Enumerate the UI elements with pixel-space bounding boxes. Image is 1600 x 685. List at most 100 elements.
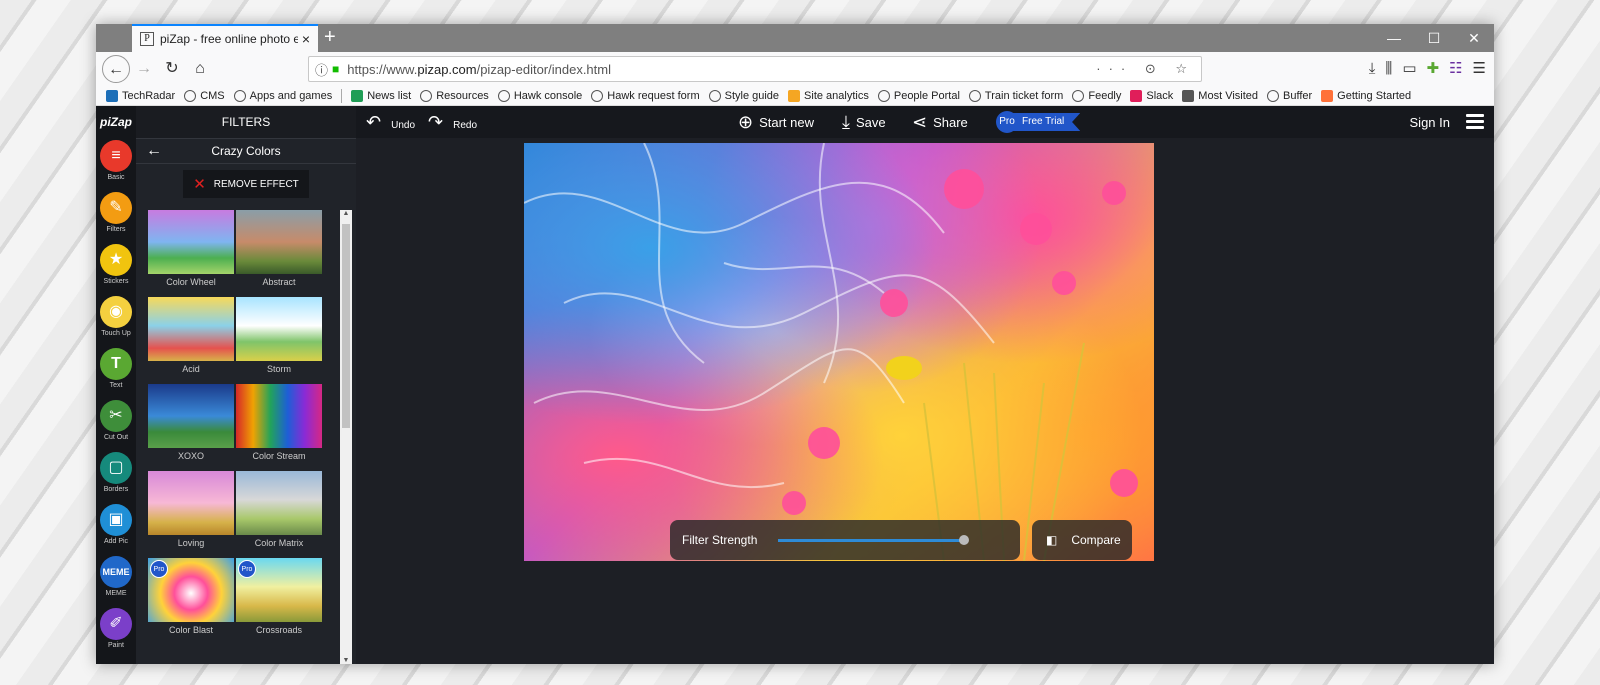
- globe-icon: [420, 89, 433, 102]
- bookmark-item[interactable]: Style guide: [708, 89, 779, 102]
- bookmark-item[interactable]: Apps and games: [233, 89, 332, 102]
- bookmark-item[interactable]: Site analytics: [788, 89, 869, 102]
- tool-basic[interactable]: ≡ Basic: [96, 140, 136, 190]
- filter-label: Abstract: [262, 277, 296, 287]
- compare-button[interactable]: ◧ Compare: [1032, 520, 1132, 560]
- filter-thumbnail[interactable]: Color Matrix: [236, 471, 322, 558]
- back-arrow-icon[interactable]: ←: [146, 139, 162, 163]
- bookmark-item[interactable]: Hawk request form: [591, 89, 700, 102]
- tool-filters[interactable]: ✎ Filters: [96, 192, 136, 242]
- extension-icon[interactable]: ✚: [1427, 56, 1440, 82]
- panel-scrollbar[interactable]: ▲ ▼: [340, 210, 352, 664]
- browser-tab[interactable]: P piZap - free online photo editor ×: [132, 24, 318, 52]
- library-icon[interactable]: ⫼: [1385, 56, 1392, 82]
- tab-close-icon[interactable]: ×: [302, 31, 310, 47]
- forward-button[interactable]: →: [130, 55, 158, 83]
- globe-icon: [1072, 89, 1085, 102]
- save-button[interactable]: ⤓ Save: [842, 106, 886, 138]
- info-icon[interactable]: ⓘ: [315, 60, 328, 79]
- filter-label: Storm: [266, 364, 291, 374]
- redo-button[interactable]: ↷ Redo: [428, 106, 477, 138]
- undo-button[interactable]: ↶ Undo: [366, 106, 415, 138]
- pizap-logo[interactable]: piZap: [96, 106, 136, 138]
- filter-thumbnail[interactable]: Storm: [236, 297, 322, 384]
- filter-thumbnail[interactable]: Color Stream: [236, 384, 322, 471]
- bookmark-item[interactable]: News list: [351, 89, 411, 102]
- downloads-icon[interactable]: ⤓: [1369, 56, 1376, 82]
- filter-thumbnail[interactable]: Pro Crossroads: [236, 558, 322, 645]
- bookmark-item[interactable]: Slack: [1130, 89, 1173, 102]
- bookmark-item[interactable]: TechRadar: [106, 89, 175, 102]
- sign-in-link[interactable]: Sign In: [1410, 106, 1450, 138]
- scroll-up-icon[interactable]: ▲: [340, 210, 352, 217]
- scroll-down-icon[interactable]: ▼: [340, 657, 352, 664]
- filter-preview-image: [236, 297, 322, 361]
- share-button[interactable]: ⋖ Share: [912, 106, 968, 138]
- globe-icon: [233, 89, 246, 102]
- hamburger-menu-icon[interactable]: [1466, 114, 1484, 132]
- compare-icon: ◧: [1046, 533, 1058, 547]
- sidebar-icon[interactable]: ▭: [1402, 56, 1416, 82]
- canvas-controls: Filter Strength ◧ Compare: [670, 520, 1132, 560]
- bookmark-item[interactable]: Most Visited: [1182, 89, 1259, 102]
- browser-window: P piZap - free online photo editor × + —…: [96, 24, 1494, 664]
- bookmark-item[interactable]: Buffer: [1267, 89, 1312, 102]
- close-window-button[interactable]: ✕: [1454, 24, 1494, 52]
- filter-thumbnail[interactable]: Pro Color Blast: [148, 558, 234, 645]
- filter-strength-slider[interactable]: [778, 535, 969, 545]
- plus-circle-icon: ⊕: [738, 111, 754, 132]
- remove-effect-button[interactable]: ✕ REMOVE EFFECT: [183, 170, 309, 198]
- filter-label: Color Wheel: [166, 277, 216, 287]
- tool-add-pic[interactable]: ▣ Add Pic: [96, 504, 136, 554]
- tool-borders[interactable]: ▢ Borders: [96, 452, 136, 502]
- bookmark-label: Most Visited: [1198, 89, 1259, 102]
- filter-thumbnail[interactable]: Loving: [148, 471, 234, 558]
- maximize-button[interactable]: ☐: [1414, 24, 1454, 52]
- tool-touch-up[interactable]: ◉ Touch Up: [96, 296, 136, 346]
- minimize-button[interactable]: —: [1374, 24, 1414, 52]
- globe-icon: [184, 89, 197, 102]
- tool-meme[interactable]: MEME MEME: [96, 556, 136, 606]
- bookmark-item[interactable]: CMS: [184, 89, 225, 102]
- url-bar[interactable]: ⓘ ■ https://www. pizap.com/pizap-editor/i…: [308, 56, 1202, 82]
- filter-thumbnail[interactable]: Abstract: [236, 210, 322, 297]
- filter-thumbnail[interactable]: Acid: [148, 297, 234, 384]
- bookmark-item[interactable]: Resources: [420, 89, 489, 102]
- start-new-button[interactable]: ⊕ Start new: [738, 106, 814, 138]
- extension-badge-icon[interactable]: ☷: [1449, 56, 1462, 82]
- filter-thumbnail[interactable]: XOXO: [148, 384, 234, 471]
- filter-thumbnail[interactable]: Color Wheel: [148, 210, 234, 297]
- share-label: Share: [933, 114, 968, 130]
- bookmark-item[interactable]: Feedly: [1072, 89, 1121, 102]
- toolbar-right: ⤓ ⫼ ▭ ✚ ☷ ☰: [1369, 56, 1486, 82]
- tool-stickers[interactable]: ★ Stickers: [96, 244, 136, 294]
- bookmark-item[interactable]: Hawk console: [497, 89, 582, 102]
- tool-paint[interactable]: ✐ Paint: [96, 608, 136, 658]
- globe-icon: [877, 89, 890, 102]
- bookmark-item[interactable]: Train ticket form: [968, 89, 1063, 102]
- scrollbar-thumb[interactable]: [342, 224, 350, 428]
- tool-cut-out[interactable]: ✂ Cut Out: [96, 400, 136, 450]
- sign-in-label: Sign In: [1409, 114, 1450, 130]
- bookmark-item[interactable]: People Portal: [877, 89, 960, 102]
- slider-knob[interactable]: [959, 535, 969, 545]
- back-button[interactable]: ←: [102, 55, 130, 83]
- tool-text[interactable]: T Text: [96, 348, 136, 398]
- tool-label: Borders: [103, 486, 129, 493]
- photo-canvas[interactable]: [524, 143, 1154, 561]
- start-new-label: Start new: [759, 114, 815, 130]
- home-button[interactable]: ⌂: [186, 55, 214, 83]
- tool-label: Add Pic: [103, 538, 129, 545]
- category-title: Crazy Colors: [211, 144, 281, 158]
- filter-label: Loving: [177, 538, 205, 548]
- filter-grid: Color Wheel Abstract Acid Storm XOXO Color St…: [148, 210, 326, 664]
- globe-icon: [708, 89, 721, 102]
- reload-button[interactable]: ↻: [158, 55, 186, 83]
- free-trial-badge[interactable]: Pro Free Trial: [996, 111, 1081, 133]
- filter-strength-label: Filter Strength: [682, 533, 758, 547]
- menu-icon[interactable]: ☰: [1473, 56, 1486, 82]
- bookmark-item[interactable]: Getting Started: [1321, 89, 1411, 102]
- new-tab-button[interactable]: +: [324, 27, 336, 47]
- page-actions-icons[interactable]: ··· ⊙ ☆: [1096, 61, 1195, 77]
- borders-icon: ▢: [100, 452, 132, 484]
